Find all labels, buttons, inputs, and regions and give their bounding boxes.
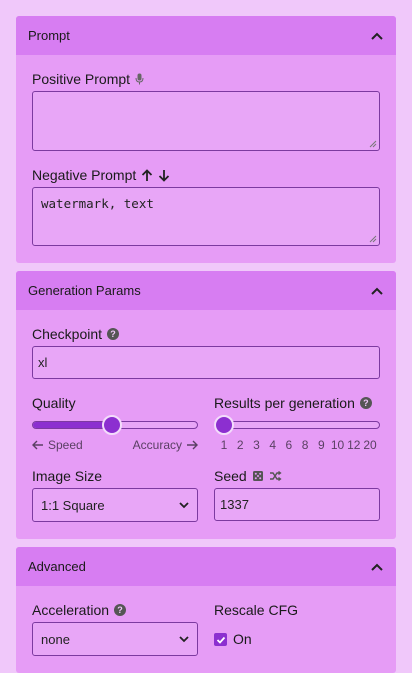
results-tick-label: 12 bbox=[347, 438, 361, 452]
microphone-icon[interactable] bbox=[135, 73, 144, 85]
dice-icon[interactable] bbox=[252, 470, 264, 482]
resize-handle-icon[interactable] bbox=[369, 235, 377, 243]
arrow-left-icon bbox=[32, 440, 43, 450]
checkmark-icon bbox=[216, 636, 225, 644]
seed-label: Seed bbox=[214, 468, 282, 484]
chevron-up-icon[interactable] bbox=[370, 284, 384, 298]
help-icon[interactable]: ? bbox=[114, 604, 127, 616]
image-size-select[interactable]: 1:1 Square bbox=[32, 488, 198, 522]
results-tick-label: 10 bbox=[330, 438, 345, 452]
seed-input[interactable]: 1337 bbox=[214, 488, 380, 521]
generation-params-title: Generation Params bbox=[28, 283, 141, 298]
results-slider-thumb[interactable] bbox=[214, 415, 234, 435]
quality-slider-fill bbox=[33, 422, 114, 428]
advanced-section: Advanced Acceleration ? none Rescale CFG… bbox=[16, 547, 396, 673]
acceleration-select[interactable]: none bbox=[32, 622, 198, 656]
chevron-up-icon[interactable] bbox=[370, 29, 384, 43]
rescale-cfg-checkbox[interactable] bbox=[214, 633, 227, 646]
quality-slider-thumb[interactable] bbox=[102, 415, 123, 435]
results-tick-label: 6 bbox=[285, 438, 293, 452]
negative-prompt-textarea[interactable]: watermark, text bbox=[32, 187, 380, 246]
results-tick-label: 20 bbox=[363, 438, 377, 452]
advanced-section-header[interactable]: Advanced bbox=[16, 547, 396, 586]
shuffle-icon[interactable] bbox=[269, 470, 282, 482]
generation-params-header[interactable]: Generation Params bbox=[16, 271, 396, 310]
chevron-down-icon bbox=[179, 636, 189, 643]
quality-hint-right: Accuracy bbox=[133, 438, 198, 452]
results-tick-label: 3 bbox=[253, 438, 260, 452]
help-icon[interactable]: ? bbox=[107, 328, 120, 340]
results-tick-labels: 1 2 3 4 6 8 9 10 12 20 bbox=[214, 438, 380, 452]
quality-label: Quality bbox=[32, 395, 76, 411]
results-tick-label: 4 bbox=[269, 438, 276, 452]
results-slider-track[interactable] bbox=[214, 421, 380, 429]
negative-prompt-label: Negative Prompt bbox=[32, 167, 170, 183]
results-tick-label: 8 bbox=[301, 438, 309, 452]
prompt-section: Prompt Positive Prompt Negative Prompt w… bbox=[16, 16, 396, 263]
generation-params-section: Generation Params Checkpoint ? xl Qualit… bbox=[16, 271, 396, 539]
chevron-down-icon bbox=[179, 502, 189, 509]
arrow-up-icon[interactable] bbox=[141, 168, 153, 182]
checkpoint-input[interactable]: xl bbox=[32, 346, 380, 379]
quality-hint-left: Speed bbox=[32, 438, 83, 452]
prompt-section-header[interactable]: Prompt bbox=[16, 16, 396, 55]
results-tick-label: 2 bbox=[236, 438, 244, 452]
arrow-right-icon bbox=[187, 440, 198, 450]
results-per-generation-label: Results per generation ? bbox=[214, 395, 372, 411]
resize-handle-icon[interactable] bbox=[369, 140, 377, 148]
rescale-cfg-label: Rescale CFG bbox=[214, 602, 299, 618]
image-size-label: Image Size bbox=[32, 468, 103, 484]
checkpoint-label: Checkpoint ? bbox=[32, 326, 120, 342]
arrow-down-icon[interactable] bbox=[158, 169, 170, 182]
positive-prompt-textarea[interactable] bbox=[32, 91, 380, 151]
chevron-up-icon[interactable] bbox=[370, 560, 384, 574]
positive-prompt-label: Positive Prompt bbox=[32, 71, 144, 87]
help-icon[interactable]: ? bbox=[359, 397, 372, 409]
acceleration-label: Acceleration ? bbox=[32, 602, 127, 618]
results-tick-label: 1 bbox=[220, 438, 228, 452]
prompt-section-title: Prompt bbox=[28, 28, 70, 43]
rescale-cfg-on-label[interactable]: On bbox=[233, 631, 252, 647]
results-tick-label: 9 bbox=[317, 438, 325, 452]
advanced-section-title: Advanced bbox=[28, 559, 86, 574]
